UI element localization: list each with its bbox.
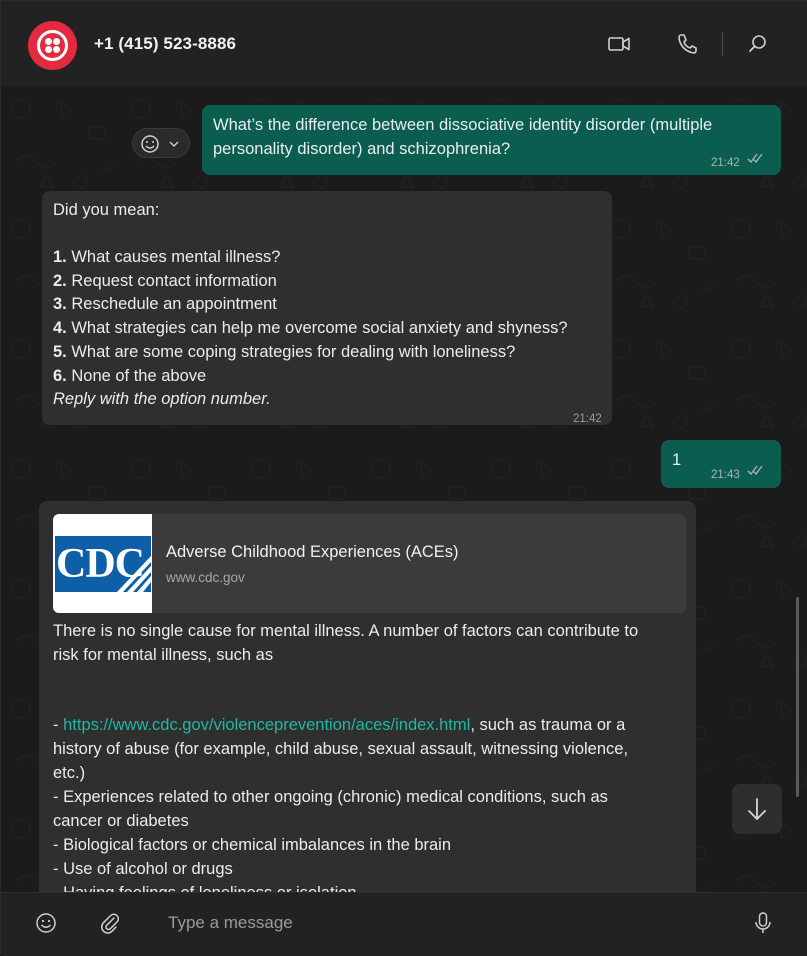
- option-text: What strategies can help me overcome soc…: [66, 319, 568, 337]
- message-text-line: There is no single cause for mental illn…: [53, 622, 639, 640]
- link-preview-domain: www.cdc.gov: [166, 570, 245, 585]
- option-number: 3.: [53, 295, 67, 313]
- option-text: What are some coping strategies for deal…: [66, 343, 516, 361]
- option-text: What causes mental illness?: [66, 248, 281, 266]
- avatar-dot: [45, 46, 52, 53]
- cdc-logo-text: CDC: [56, 541, 145, 587]
- option-line: 3. Reschedule an appointment: [53, 293, 277, 317]
- scrollbar-thumb[interactable]: [796, 597, 799, 797]
- option-line: 5. What are some coping strategies for d…: [53, 341, 515, 365]
- contact-avatar[interactable]: [28, 21, 77, 70]
- message-intro: Did you mean:: [53, 201, 160, 219]
- option-text: Request contact information: [66, 272, 277, 290]
- scroll-to-bottom-button[interactable]: [732, 784, 782, 834]
- chat-header: +1 (415) 523-8886: [1, 1, 807, 87]
- message-text-line: - https://www.cdc.gov/violenceprevention…: [53, 714, 625, 738]
- video-call-icon[interactable]: [606, 31, 632, 57]
- message-text-line: history of abuse (for example, child abu…: [53, 740, 629, 758]
- link-preview-card[interactable]: CDC Adverse Childhood Experiences (ACEs)…: [53, 514, 686, 613]
- avatar-dot: [53, 46, 60, 53]
- message-composer: Type a message: [1, 892, 807, 956]
- option-line: 6. None of the above: [53, 365, 206, 389]
- outgoing-message[interactable]: What’s the difference between dissociati…: [202, 105, 781, 175]
- reaction-button[interactable]: [132, 128, 190, 158]
- option-number: 6.: [53, 367, 67, 385]
- bullet-dash: -: [53, 716, 64, 734]
- option-text: None of the above: [66, 367, 207, 385]
- message-link[interactable]: https://www.cdc.gov/violenceprevention/a…: [63, 716, 470, 734]
- incoming-message[interactable]: Did you mean: 1. What causes mental illn…: [42, 191, 612, 425]
- message-time: 21:43: [711, 469, 740, 481]
- option-number: 2.: [53, 272, 67, 290]
- arrow-down-icon: [748, 798, 766, 820]
- voice-call-icon[interactable]: [674, 31, 700, 57]
- microphone-icon[interactable]: [751, 910, 775, 936]
- message-text-line: risk for mental illness, such as: [53, 646, 274, 664]
- cdc-logo: CDC: [53, 514, 152, 613]
- contact-name[interactable]: +1 (415) 523-8886: [94, 34, 236, 54]
- message-time: 21:42: [573, 413, 602, 425]
- message-text-line: - Having feelings of loneliness or isola…: [53, 882, 357, 892]
- avatar-ring: [37, 30, 68, 61]
- message-text-line: What’s the difference between dissociati…: [213, 116, 713, 134]
- message-input[interactable]: Type a message: [168, 913, 293, 933]
- message-text-line: cancer or diabetes: [53, 812, 189, 830]
- smiley-chevron-icon: [141, 135, 179, 153]
- option-line: 4. What strategies can help me overcome …: [53, 317, 568, 341]
- link-suffix-text: , such as trauma or a: [470, 716, 626, 734]
- option-number: 1.: [53, 248, 67, 266]
- message-text-line: personality disorder) and schizophrenia?: [213, 140, 511, 158]
- message-text-line: etc.): [53, 764, 86, 782]
- option-number: 4.: [53, 319, 67, 337]
- message-text-line: - Use of alcohol or drugs: [53, 860, 233, 878]
- emoji-icon[interactable]: [34, 911, 58, 935]
- message-text: 1: [672, 451, 682, 469]
- read-receipt-icon: [747, 465, 763, 475]
- avatar-dot: [53, 38, 60, 45]
- option-text: Reschedule an appointment: [66, 295, 277, 313]
- search-icon[interactable]: [745, 31, 771, 57]
- message-list[interactable]: What’s the difference between dissociati…: [1, 87, 807, 892]
- outgoing-message[interactable]: 1 21:43: [661, 440, 781, 488]
- message-time: 21:42: [711, 157, 740, 169]
- incoming-message[interactable]: CDC Adverse Childhood Experiences (ACEs)…: [39, 501, 696, 892]
- message-footer: Reply with the option number.: [53, 390, 271, 408]
- message-text-line: - Experiences related to other ongoing (…: [53, 788, 608, 806]
- attach-icon[interactable]: [98, 911, 122, 935]
- option-number: 5.: [53, 343, 67, 361]
- header-divider: [722, 32, 723, 56]
- option-line: 2. Request contact information: [53, 270, 277, 294]
- read-receipt-icon: [747, 153, 763, 163]
- option-line: 1. What causes mental illness?: [53, 246, 280, 270]
- message-text-line: - Biological factors or chemical imbalan…: [53, 836, 452, 854]
- link-preview-title: Adverse Childhood Experiences (ACEs): [166, 543, 459, 561]
- avatar-dot: [45, 38, 52, 45]
- chat-window: +1 (415) 523-8886 What’s the difference …: [0, 0, 807, 956]
